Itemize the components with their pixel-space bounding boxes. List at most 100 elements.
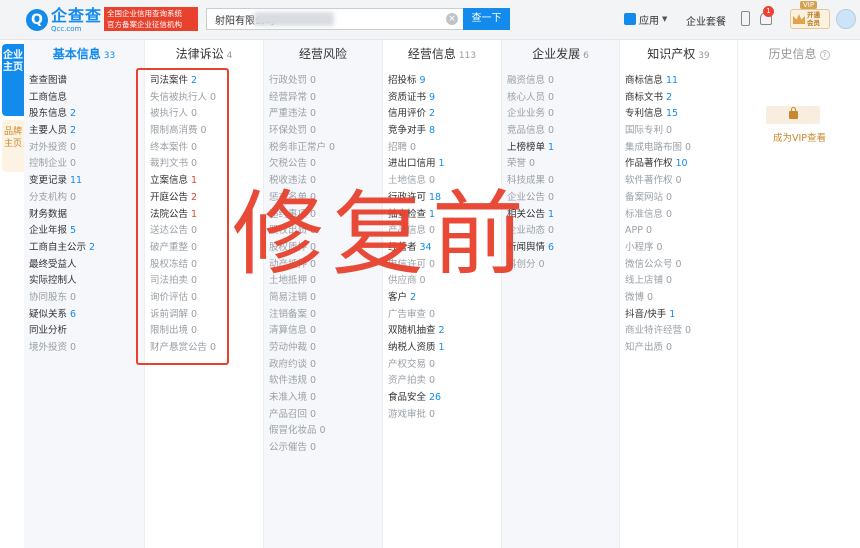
list-item[interactable]: 同业分析 xyxy=(29,323,95,340)
top-header: Q 企查查 Qcc.com 全国企业信用查询系统 官方备案企业征信机构 × 查一… xyxy=(0,0,860,40)
search-button[interactable]: 查一下 xyxy=(463,8,510,30)
list-item[interactable]: 变更记录 11 xyxy=(29,173,95,190)
list-item[interactable]: 境外投资 0 xyxy=(29,340,95,357)
list-item[interactable]: 企业业务 0 xyxy=(507,106,554,123)
list-item[interactable]: 游戏审批 0 xyxy=(388,407,445,424)
list-item[interactable]: 劳动仲裁 0 xyxy=(269,340,335,357)
slogan-banner: 全国企业信用查询系统 官方备案企业征信机构 xyxy=(104,7,198,31)
list-item[interactable]: 标准信息 0 xyxy=(625,207,691,224)
list-item[interactable]: 上榜榜单 1 xyxy=(507,140,554,157)
list-item[interactable]: 简易注销 0 xyxy=(269,290,335,307)
list-item[interactable]: APP 0 xyxy=(625,223,691,240)
list-item[interactable]: 财务数据 xyxy=(29,207,95,224)
list-item[interactable]: 欠税公告 0 xyxy=(269,156,335,173)
list-item[interactable]: 招聘 0 xyxy=(388,140,445,157)
list-item[interactable]: 国际专利 0 xyxy=(625,123,691,140)
list-item[interactable]: 分支机构 0 xyxy=(29,190,95,207)
list-item[interactable]: 最终受益人 xyxy=(29,257,95,274)
clear-search-icon[interactable]: × xyxy=(446,13,458,25)
list-item[interactable]: 竞争对手 8 xyxy=(388,123,445,140)
list-item[interactable]: 产权交易 0 xyxy=(388,357,445,374)
list-item[interactable]: 商业特许经营 0 xyxy=(625,323,691,340)
list-item[interactable]: 行政处罚 0 xyxy=(269,73,335,90)
item-count: 0 xyxy=(70,342,77,353)
list-item[interactable]: 进出口信用 1 xyxy=(388,156,445,173)
list-item[interactable]: 小程序 0 xyxy=(625,240,691,257)
list-item[interactable]: 专利信息 15 xyxy=(625,106,691,123)
list-item[interactable]: 资产拍卖 0 xyxy=(388,373,445,390)
list-item[interactable]: 纳税人资质 1 xyxy=(388,340,445,357)
mobile-phone-icon[interactable] xyxy=(741,11,750,26)
become-vip-link[interactable]: 成为VIP查看 xyxy=(773,130,826,144)
list-item[interactable]: 查查图谱 xyxy=(29,73,95,90)
list-item[interactable]: 公示催告 0 xyxy=(269,440,335,457)
list-item[interactable]: 广告审查 0 xyxy=(388,307,445,324)
list-item[interactable]: 商标文书 2 xyxy=(625,90,691,107)
user-avatar[interactable] xyxy=(836,9,856,29)
list-item[interactable]: 信用评价 2 xyxy=(388,106,445,123)
list-item[interactable]: 客户 2 xyxy=(388,290,445,307)
list-item[interactable]: 竞品信息 0 xyxy=(507,123,554,140)
open-vip-button[interactable]: 开通会员 xyxy=(790,9,830,29)
tab-company-home[interactable]: 企业主页 xyxy=(2,44,24,116)
list-item[interactable]: 产品召回 0 xyxy=(269,407,335,424)
list-item[interactable]: 疑似关系 6 xyxy=(29,307,95,324)
list-item[interactable]: 抖音/快手 1 xyxy=(625,307,691,324)
column-header[interactable]: 经营风险 xyxy=(264,40,382,68)
list-item[interactable]: 软件著作权 0 xyxy=(625,173,691,190)
item-label: 进出口信用 xyxy=(388,158,436,170)
app-menu[interactable]: 应用 ▼ xyxy=(624,10,667,28)
list-item[interactable]: 集成电路布图 0 xyxy=(625,140,691,157)
site-logo[interactable]: Q 企查查 Qcc.com xyxy=(26,7,102,33)
list-item[interactable]: 荣誉 0 xyxy=(507,156,554,173)
column-header[interactable]: 企业发展 6 xyxy=(502,40,619,68)
column-header[interactable]: 法律诉讼 4 xyxy=(145,40,263,68)
column-header[interactable]: 经营信息 113 xyxy=(383,40,501,68)
list-item[interactable]: 备案网站 0 xyxy=(625,190,691,207)
list-item[interactable]: 股东信息 2 xyxy=(29,106,95,123)
logo-name: 企查查 xyxy=(51,5,103,25)
list-item[interactable]: 软件违规 0 xyxy=(269,373,335,390)
list-item[interactable]: 税务非正常户 0 xyxy=(269,140,335,157)
list-item[interactable]: 经营异常 0 xyxy=(269,90,335,107)
item-label: 标准信息 xyxy=(625,208,664,220)
list-item[interactable]: 融资信息 0 xyxy=(507,73,554,90)
list-item[interactable]: 严重违法 0 xyxy=(269,106,335,123)
list-item[interactable]: 企业年报 5 xyxy=(29,223,95,240)
list-item[interactable]: 假冒化妆品 0 xyxy=(269,423,335,440)
tab-brand-home[interactable]: 品牌主页 xyxy=(2,120,24,172)
column-header[interactable]: 知识产权 39 xyxy=(620,40,737,68)
list-item[interactable]: 资质证书 9 xyxy=(388,90,445,107)
list-item[interactable]: 商标信息 11 xyxy=(625,73,691,90)
column-header[interactable]: 基本信息 33 xyxy=(24,40,144,68)
list-item[interactable]: 作品著作权 10 xyxy=(625,156,691,173)
list-item[interactable]: 线上店铺 0 xyxy=(625,273,691,290)
list-item[interactable]: 控制企业 0 xyxy=(29,156,95,173)
list-item[interactable]: 核心人员 0 xyxy=(507,90,554,107)
list-item[interactable]: 招投标 9 xyxy=(388,73,445,90)
list-item[interactable]: 政府约谈 0 xyxy=(269,357,335,374)
list-item[interactable]: 清算信息 0 xyxy=(269,323,335,340)
redaction-blur xyxy=(254,12,334,26)
list-item[interactable]: 未准入境 0 xyxy=(269,390,335,407)
search-input[interactable] xyxy=(206,8,463,30)
list-item[interactable]: 对外投资 0 xyxy=(29,140,95,157)
list-item[interactable]: 环保处罚 0 xyxy=(269,123,335,140)
enterprise-plan-link[interactable]: 企业套餐 xyxy=(686,13,726,28)
list-item[interactable]: 工商信息 xyxy=(29,90,95,107)
list-item[interactable]: 微信公众号 0 xyxy=(625,257,691,274)
help-icon[interactable]: ? xyxy=(819,49,830,60)
list-item[interactable]: 注销备案 0 xyxy=(269,307,335,324)
list-item[interactable]: 知产出质 0 xyxy=(625,340,691,357)
column-header[interactable]: 历史信息? xyxy=(738,40,860,68)
item-label: 招聘 xyxy=(388,141,408,153)
list-item[interactable]: 双随机抽查 2 xyxy=(388,323,445,340)
list-item[interactable]: 协同股东 0 xyxy=(29,290,95,307)
list-item[interactable]: 工商自主公示 2 xyxy=(29,240,95,257)
list-item[interactable]: 主要人员 2 xyxy=(29,123,95,140)
list-item[interactable]: 微博 0 xyxy=(625,290,691,307)
list-item[interactable]: 食品安全 26 xyxy=(388,390,445,407)
item-label: 简易注销 xyxy=(269,291,308,303)
item-label: 控制企业 xyxy=(29,158,68,170)
list-item[interactable]: 实际控制人 xyxy=(29,273,95,290)
